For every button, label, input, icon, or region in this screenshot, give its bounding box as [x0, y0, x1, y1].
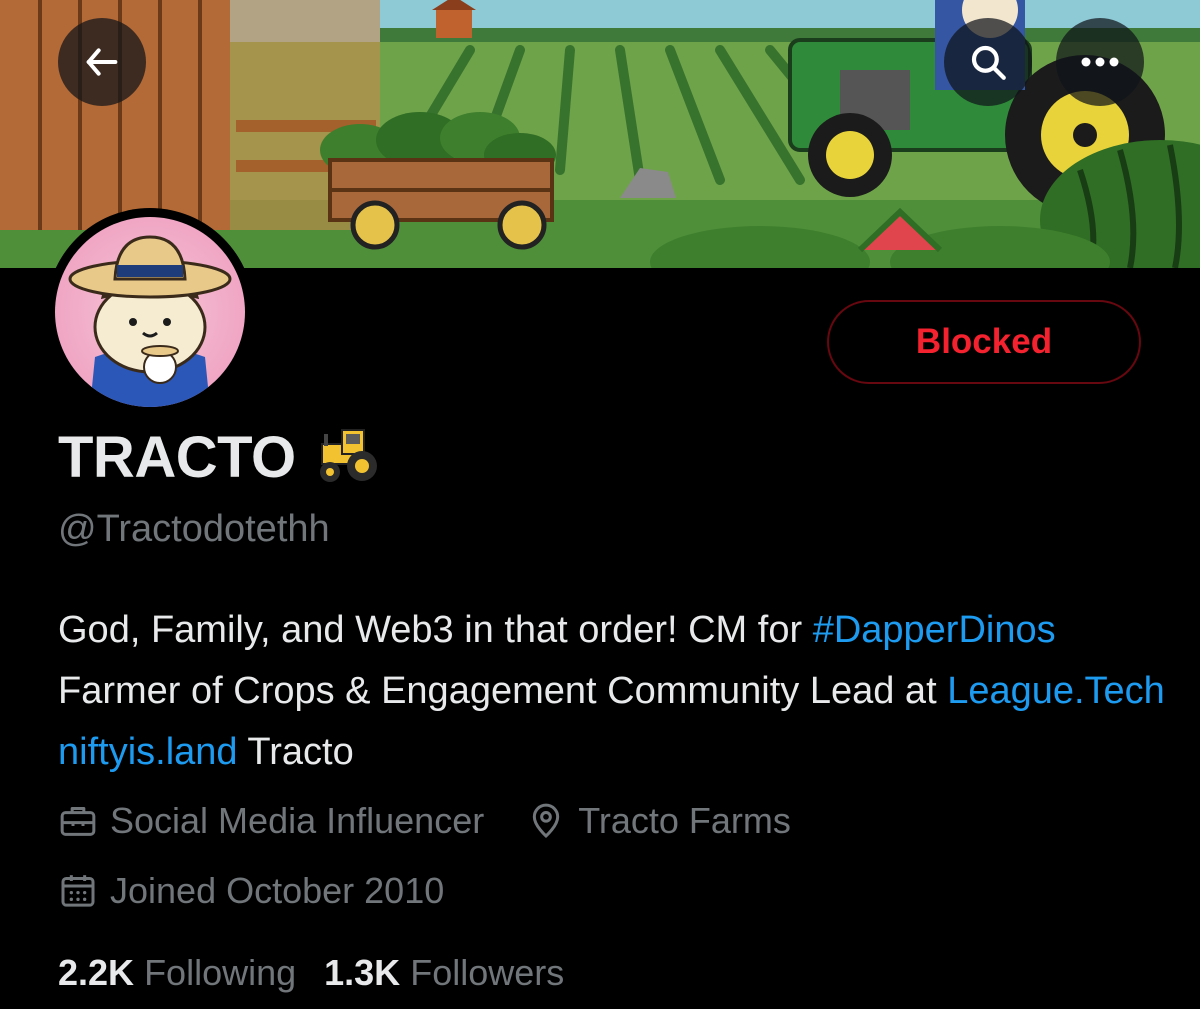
location-label: Tracto Farms	[578, 800, 791, 841]
profile-handle: @Tractodotethh	[58, 508, 330, 550]
more-options-button[interactable]	[1056, 18, 1144, 106]
league-tech-link[interactable]: League.Tech	[947, 670, 1165, 712]
location-pin-icon	[526, 801, 566, 841]
blocked-button[interactable]: Blocked	[827, 300, 1141, 384]
tractor-icon	[314, 426, 380, 489]
back-button[interactable]	[58, 18, 146, 106]
profile-avatar[interactable]	[46, 208, 254, 416]
niftyisland-link[interactable]: niftyis.land	[58, 731, 238, 773]
followers-label: Followers	[410, 952, 565, 993]
bio-text: Farmer of Crops & Engagement Community L…	[58, 670, 948, 712]
profile-category: Social Media Influencer	[58, 800, 484, 842]
profile-bio: God, Family, and Web3 in that order! CM …	[58, 600, 1168, 783]
profile-location: Tracto Farms	[526, 800, 791, 842]
avatar-image	[55, 217, 245, 407]
follow-stats: 2.2K Following 1.3K Followers	[58, 952, 592, 994]
following-link[interactable]: 2.2K Following	[58, 952, 296, 994]
following-label: Following	[144, 952, 297, 993]
calendar-icon	[58, 871, 98, 911]
followers-link[interactable]: 1.3K Followers	[324, 952, 564, 994]
profile-joined-row: Joined October 2010	[58, 870, 486, 912]
more-horizontal-icon	[1079, 55, 1121, 69]
briefcase-icon	[58, 801, 98, 841]
followers-count: 1.3K	[324, 952, 401, 993]
profile-name-row: TRACTO	[58, 424, 380, 491]
search-button[interactable]	[944, 18, 1032, 106]
following-count: 2.2K	[58, 952, 135, 993]
category-label: Social Media Influencer	[110, 800, 485, 841]
profile-joined: Joined October 2010	[58, 870, 444, 912]
display-name: TRACTO	[58, 425, 296, 490]
bio-text: Tracto	[237, 731, 354, 773]
joined-label: Joined October 2010	[110, 870, 445, 911]
search-icon	[967, 41, 1009, 83]
hashtag-link[interactable]: #DapperDinos	[813, 609, 1056, 651]
profile-meta-row: Social Media Influencer Tracto Farms	[58, 800, 833, 842]
blocked-button-label: Blocked	[915, 322, 1053, 361]
bio-text: God, Family, and Web3 in that order! CM …	[58, 609, 813, 651]
arrow-left-icon	[82, 42, 122, 82]
